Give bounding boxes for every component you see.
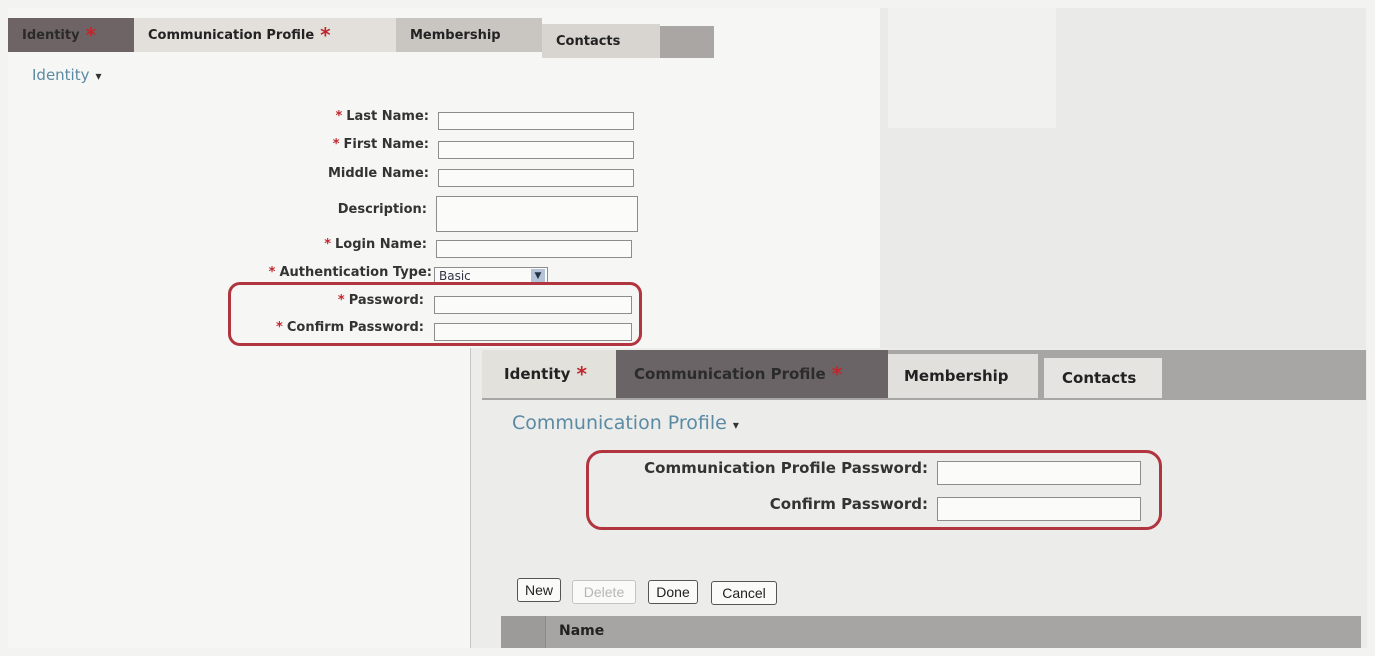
section-title-text: Identity: [32, 66, 90, 84]
password-input[interactable]: [434, 296, 632, 314]
description-label: Description:: [338, 202, 427, 217]
label-text: Middle Name:: [327, 166, 429, 181]
last-name-input[interactable]: [438, 112, 634, 130]
confirm-password-input[interactable]: [434, 323, 632, 341]
required-marker: *: [276, 320, 283, 335]
label-text: Description:: [337, 202, 427, 217]
tab-bar-filler: [660, 26, 714, 58]
chevron-down-icon: ▼: [531, 269, 545, 282]
column-header-name[interactable]: Name: [559, 623, 604, 639]
button-label: Done: [656, 584, 690, 600]
tab-label: Membership: [904, 367, 1009, 385]
collapse-icon[interactable]: ▾: [733, 418, 739, 432]
done-button[interactable]: Done: [648, 580, 698, 604]
comm-confirm-password-label: Confirm Password:: [560, 495, 928, 513]
cancel-button[interactable]: Cancel: [711, 581, 777, 605]
required-marker: *: [324, 237, 332, 252]
section-title-communication-profile: Communication Profile ▾: [512, 412, 739, 434]
tab-communication-profile[interactable]: Communication Profile *: [134, 18, 396, 52]
comm-confirm-password-input[interactable]: [937, 497, 1141, 521]
label-text: First Name:: [343, 137, 429, 152]
tab-label: Contacts: [1062, 369, 1137, 387]
identity-tab-bar: Identity * Communication Profile * Membe…: [8, 18, 714, 60]
label-text: Last Name:: [346, 109, 429, 124]
button-label: Delete: [583, 584, 625, 600]
tab-membership[interactable]: Membership: [888, 354, 1038, 398]
tab-membership[interactable]: Membership: [396, 18, 542, 52]
required-marker: *: [85, 23, 97, 47]
first-name-label: * First Name:: [333, 137, 429, 152]
table-select-column: [501, 616, 546, 648]
label-text: Confirm Password:: [769, 495, 928, 513]
last-name-label: * Last Name:: [335, 109, 429, 124]
login-name-input[interactable]: [436, 240, 632, 258]
first-name-input[interactable]: [438, 141, 634, 159]
tab-contacts[interactable]: Contacts: [542, 24, 660, 58]
button-label: Cancel: [722, 585, 766, 601]
delete-button[interactable]: Delete: [572, 580, 636, 604]
tab-identity[interactable]: Identity *: [8, 18, 134, 52]
middle-name-label: Middle Name:: [328, 166, 429, 181]
label-text: Login Name:: [335, 237, 427, 252]
comm-profile-password-input[interactable]: [937, 461, 1141, 485]
label-text: Authentication Type:: [279, 265, 432, 280]
new-button[interactable]: New: [517, 578, 561, 602]
required-marker: *: [831, 362, 843, 386]
label-text: Confirm Password:: [286, 320, 424, 335]
tab-contacts[interactable]: Contacts: [1044, 358, 1162, 398]
collapse-icon[interactable]: ▾: [96, 69, 102, 83]
password-label: * Password:: [338, 293, 424, 308]
required-marker: *: [335, 109, 343, 124]
required-marker: *: [320, 23, 331, 47]
required-marker: *: [337, 293, 345, 308]
button-label: New: [524, 582, 553, 598]
tab-label: Identity: [504, 365, 571, 383]
description-textarea[interactable]: [436, 196, 638, 232]
table-header: Name: [501, 616, 1361, 648]
confirm-password-label: * Confirm Password:: [276, 320, 424, 335]
middle-name-input[interactable]: [438, 169, 634, 187]
section-title-identity: Identity ▾: [32, 66, 102, 84]
tab-label: Membership: [410, 27, 501, 43]
tab-identity[interactable]: Identity *: [482, 350, 616, 398]
required-marker: *: [576, 362, 587, 386]
tab-label: Identity: [22, 27, 80, 43]
tab-label: Communication Profile: [148, 27, 315, 43]
tab-label: Contacts: [556, 33, 621, 49]
label-text: Communication Profile Password:: [644, 459, 928, 477]
tab-label: Communication Profile: [634, 365, 826, 383]
comm-tab-bar: Identity * Communication Profile * Membe…: [482, 350, 1366, 400]
tab-communication-profile[interactable]: Communication Profile *: [616, 350, 888, 398]
select-value: Basic: [439, 269, 471, 283]
section-title-text: Communication Profile: [512, 412, 727, 434]
background-region: [888, 8, 1056, 128]
comm-profile-password-label: Communication Profile Password:: [560, 459, 928, 477]
authentication-type-label: * Authentication Type:: [269, 265, 432, 280]
login-name-label: * Login Name:: [324, 237, 427, 252]
required-marker: *: [332, 137, 340, 152]
label-text: Password:: [348, 293, 424, 308]
required-marker: *: [268, 265, 276, 280]
